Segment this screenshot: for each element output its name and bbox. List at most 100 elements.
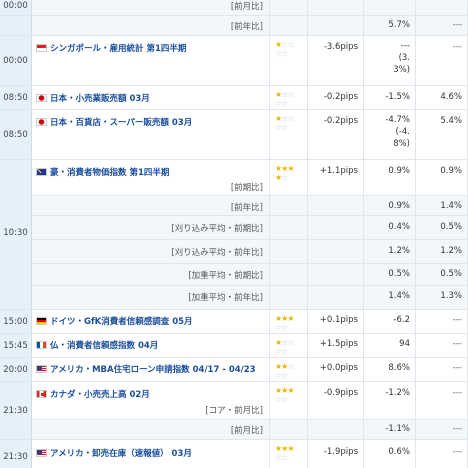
forecast-value: --- [452, 315, 462, 325]
usa-flag-icon [36, 449, 47, 457]
importance-cell: ☆☆ [270, 0, 308, 15]
forecast-value: 4.6% [440, 92, 462, 102]
forecast-value: --- [452, 20, 462, 30]
table-row[interactable]: 08:50 日本・小売業販売額 03月 ★☆☆ ☆☆ -0.2pips -1.5%… [0, 86, 468, 110]
pips-value: +0.0pips [319, 363, 358, 373]
time-cell: 10:30 [0, 160, 32, 310]
forecast-value: --- [452, 363, 462, 373]
indicator-name[interactable]: アメリカ・卸売在庫（速報値） 03月 [50, 447, 192, 459]
singapore-flag-icon [36, 44, 47, 52]
pips-value: +0.1pips [319, 315, 358, 325]
table-row[interactable]: 15:45 仏・消費者信頼感指数 04月 ★☆☆ ☆☆ +1.5pips 94 -… [0, 334, 468, 358]
previous-cell [364, 0, 416, 15]
previous-value: 94 [399, 339, 410, 349]
sub-label: [刈り込み平均・前年比] [171, 248, 263, 258]
table-row: 00:00 [前月比] ☆☆ [0, 0, 468, 16]
previous-value: 0.9% [388, 166, 410, 176]
previous-value: 0.9% [388, 201, 410, 211]
previous-value: 1.4% [388, 291, 410, 301]
table-row: [前年比] 5.7% --- [0, 16, 468, 36]
indicator-name[interactable]: 日本・百貨店・スーパー販売額 03月 [50, 116, 192, 128]
pips-value: -0.9pips [323, 388, 358, 398]
australia-flag-icon [36, 168, 47, 176]
star-rating: ★☆☆ ☆☆ [275, 40, 295, 58]
time-label: 21:30 [3, 452, 28, 462]
forecast-value: 0.5% [440, 269, 462, 279]
sub-label: [前月比] [230, 426, 263, 436]
france-flag-icon [36, 341, 47, 349]
sub-label: [前年比] [230, 22, 263, 32]
economic-calendar: 00:00 [前月比] ☆☆ [前年比] 5.7% --- 00:00 シンガポ… [0, 0, 468, 468]
germany-flag-icon [36, 317, 47, 325]
table-row: [刈り込み平均・前年比] 1.2% 1.2% [32, 240, 468, 264]
time-label: 00:00 [3, 0, 28, 11]
indicator-name[interactable]: 仏・消費者信頼感指数 04月 [50, 339, 158, 351]
previous-value: -1.1% [385, 424, 410, 434]
previous-value: -6.2 [393, 315, 410, 325]
pips-value: +1.1pips [319, 166, 358, 176]
star-rating: ★☆☆ ☆☆ [275, 338, 295, 356]
pips-value: -0.2pips [323, 92, 358, 102]
table-row: [加重平均・前期比] 0.5% 0.5% [32, 264, 468, 286]
indicator-name[interactable]: ドイツ・GfK消費者信頼感調査 05月 [50, 315, 193, 327]
previous-value: 8.6% [388, 363, 410, 373]
table-row[interactable]: 20:00 アメリカ・MBA住宅ローン申請指数 04/17 - 04/23 ★★… [0, 358, 468, 382]
time-label: 08:50 [3, 92, 28, 103]
sub-label: [コア・前月比] [205, 406, 263, 416]
previous-value: 1.2% [388, 246, 410, 256]
time-label: 10:30 [3, 228, 28, 238]
star-rating: ★★★ ★☆ [275, 164, 294, 182]
time-label: 20:00 [3, 364, 28, 375]
forecast-value: 0.5% [440, 222, 462, 232]
pips-value: -3.6pips [323, 42, 358, 52]
table-row: [前月比] -1.1% --- [32, 420, 468, 440]
pips-value: +1.5pips [319, 339, 358, 349]
time-label: 00:00 [3, 55, 28, 66]
sub-label: [前月比] [230, 2, 263, 12]
indicator-name[interactable]: 日本・小売業販売額 03月 [50, 92, 150, 104]
table-row[interactable]: 15:00 ドイツ・GfK消費者信頼感調査 05月 ★★★ ☆☆ +0.1pips… [0, 310, 468, 334]
usa-flag-icon [36, 365, 47, 373]
time-label: 15:45 [3, 340, 28, 351]
star-rating: ★★★ ☆☆ [275, 386, 294, 404]
japan-flag-icon [36, 118, 47, 126]
star-rating: ★☆☆ ☆☆ [275, 90, 295, 108]
forecast-value: 5.4% [440, 116, 462, 126]
table-row[interactable]: カナダ・小売売上高 02月 [コア・前月比] ★★★ ☆☆ -0.9pips -1… [32, 382, 468, 420]
indicator-cell: [前月比] [32, 0, 270, 15]
table-row[interactable]: 00:00 シンガポール・雇用統計 第1四半期 ★☆☆ ☆☆ -3.6pips -… [0, 36, 468, 86]
forecast-value: --- [452, 388, 462, 398]
time-cell: 21:30 [0, 382, 32, 440]
previous-value: -1.5% [385, 92, 410, 102]
indicator-name[interactable]: カナダ・小売売上高 02月 [50, 388, 150, 400]
forecast-cell [416, 0, 468, 15]
forecast-value: 0.9% [440, 166, 462, 176]
forecast-value: 1.2% [440, 246, 462, 256]
forecast-value: 1.4% [440, 201, 462, 211]
sub-label: [前期比] [230, 183, 263, 193]
star-rating: ★☆☆ ☆☆ [275, 114, 295, 132]
star-rating: ★★★ ☆☆ [275, 444, 294, 462]
indicator-name[interactable]: シンガポール・雇用統計 第1四半期 [50, 42, 186, 54]
pips-value: -1.9pips [323, 447, 358, 457]
star-rating: ★★★ ☆☆ [275, 314, 294, 332]
forecast-value: --- [452, 42, 462, 52]
previous-value: 5.7% [388, 20, 410, 30]
table-row[interactable]: 08:50 日本・百貨店・スーパー販売額 03月 ★☆☆ ☆☆ -0.2pips … [0, 110, 468, 160]
forecast-value: 1.3% [440, 291, 462, 301]
sub-label: [刈り込み平均・前期比] [171, 224, 263, 234]
table-row[interactable]: 豪・消費者物価指数 第1四半期 [前期比] ★★★ ★☆ +1.1pips 0.9… [32, 160, 468, 196]
canada-flag-icon [36, 390, 47, 398]
star-rating: ★★☆ ☆☆ [275, 362, 295, 380]
table-row[interactable]: 21:30 アメリカ・卸売在庫（速報値） 03月 ★★★ ☆☆ -1.9pips … [0, 440, 468, 468]
table-row: [加重平均・前年比] 1.4% 1.3% [32, 286, 468, 310]
previous-value: -4.7% (-4. 8%) [385, 115, 410, 149]
indicator-name[interactable]: アメリカ・MBA住宅ローン申請指数 04/17 - 04/23 [50, 363, 256, 375]
previous-value: -1.2% [385, 388, 410, 398]
time-label: 08:50 [3, 129, 28, 140]
pips-value: -0.2pips [323, 116, 358, 126]
previous-value: --- (3. 3%) [393, 41, 410, 75]
sub-label: [加重平均・前年比] [188, 293, 263, 303]
indicator-name[interactable]: 豪・消費者物価指数 第1四半期 [50, 166, 169, 178]
time-label: 15:00 [3, 316, 28, 327]
